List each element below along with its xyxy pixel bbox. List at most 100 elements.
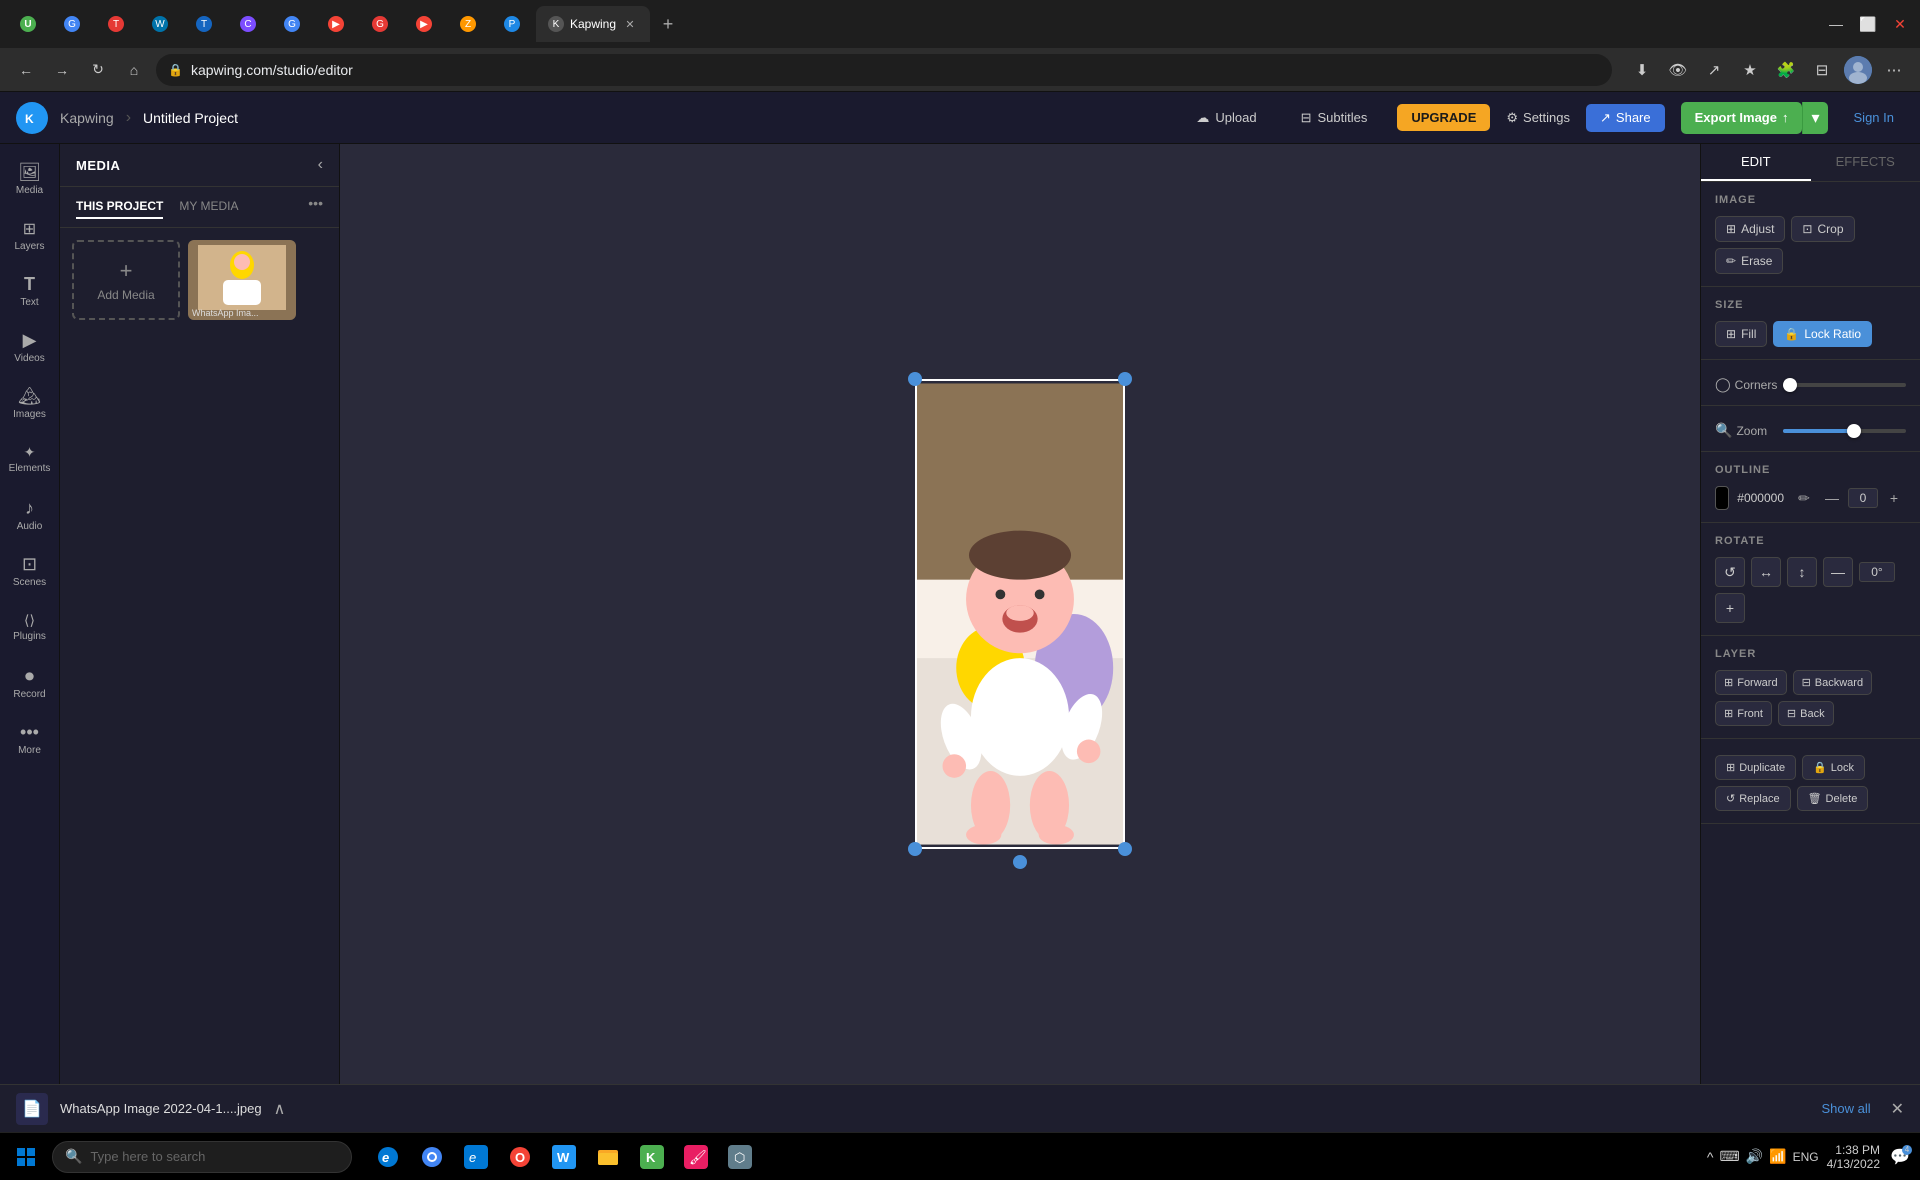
sidebar-item-audio[interactable]: ♪ Audio bbox=[3, 488, 57, 542]
selection-handle-bottom-right[interactable] bbox=[1118, 842, 1132, 856]
taskbar-clock[interactable]: 1:38 PM 4/13/2022 bbox=[1827, 1143, 1880, 1171]
tab-tvtime[interactable]: T bbox=[184, 6, 224, 42]
address-bar[interactable]: 🔒 kapwing.com/studio/editor bbox=[156, 54, 1612, 86]
keyboard-icon[interactable]: ⌨ bbox=[1720, 1148, 1740, 1165]
selection-handle-top-right[interactable] bbox=[1118, 372, 1132, 386]
outline-value-input[interactable] bbox=[1848, 488, 1878, 508]
notification-button[interactable]: 💬 4 bbox=[1888, 1145, 1912, 1169]
tab-git[interactable]: G bbox=[360, 6, 400, 42]
subtitles-button[interactable]: ⊟ Subtitles bbox=[1287, 104, 1382, 132]
sidebar-item-elements[interactable]: ✦ Elements bbox=[3, 432, 57, 486]
reader-mode-btn[interactable]: 👁 bbox=[1664, 56, 1692, 84]
sidebar-item-images[interactable]: 🏔 Images bbox=[3, 376, 57, 430]
media-more-btn[interactable]: ••• bbox=[308, 195, 323, 219]
back-button[interactable]: ⊟ Back bbox=[1778, 701, 1834, 726]
delete-button[interactable]: 🗑 Delete bbox=[1797, 786, 1869, 811]
sidebar-item-videos[interactable]: ▶ Videos bbox=[3, 320, 57, 374]
speaker-icon[interactable]: 🔊 bbox=[1746, 1148, 1763, 1165]
flip-v-btn[interactable]: ↕ bbox=[1787, 557, 1817, 587]
sidebar-item-record[interactable]: ⏺ Record bbox=[3, 656, 57, 710]
outline-plus-btn[interactable]: + bbox=[1882, 486, 1906, 510]
forward-button[interactable]: → bbox=[48, 56, 76, 84]
tab-upwork[interactable]: U bbox=[8, 6, 48, 42]
tab-plag[interactable]: P bbox=[492, 6, 532, 42]
media-thumbnail-1[interactable]: WhatsApp Ima... bbox=[188, 240, 296, 320]
sidebar-item-text[interactable]: T Text bbox=[3, 264, 57, 318]
tab-youtube1[interactable]: ▶ bbox=[316, 6, 356, 42]
selection-handle-bottom-center[interactable] bbox=[1013, 855, 1027, 869]
show-all-button[interactable]: Show all bbox=[1821, 1101, 1870, 1116]
taskbar-app-ie[interactable]: e bbox=[368, 1137, 408, 1177]
upgrade-button[interactable]: UPGRADE bbox=[1397, 104, 1490, 131]
tab-google1[interactable]: G bbox=[52, 6, 92, 42]
lock-ratio-button[interactable]: 🔒 Lock Ratio bbox=[1773, 321, 1872, 347]
tab-this-project[interactable]: THIS PROJECT bbox=[76, 195, 163, 219]
brand-name[interactable]: Kapwing bbox=[60, 110, 114, 126]
outline-color-swatch[interactable] bbox=[1715, 486, 1729, 510]
tab-wordpress[interactable]: W bbox=[140, 6, 180, 42]
tab-canva[interactable]: C bbox=[228, 6, 268, 42]
taskbar-app-opera[interactable]: O bbox=[500, 1137, 540, 1177]
adjust-button[interactable]: ⊞ Adjust bbox=[1715, 216, 1785, 242]
rotate-plus-btn[interactable]: + bbox=[1715, 593, 1745, 623]
back-button[interactable]: ← bbox=[12, 56, 40, 84]
sign-in-button[interactable]: Sign In bbox=[1844, 104, 1904, 131]
tab-kapwing[interactable]: K Kapwing ✕ bbox=[536, 6, 650, 42]
flip-h-btn[interactable]: ↔ bbox=[1751, 557, 1781, 587]
taskbar-app-word[interactable]: W bbox=[544, 1137, 584, 1177]
erase-button[interactable]: ✏ Erase bbox=[1715, 248, 1783, 274]
settings-button[interactable]: ⚙ Settings bbox=[1506, 110, 1570, 126]
fill-button[interactable]: ⊞ Fill bbox=[1715, 321, 1767, 347]
forward-button[interactable]: ⊞ Forward bbox=[1715, 670, 1787, 695]
share-button[interactable]: ↗ Share bbox=[1586, 104, 1665, 132]
export-button[interactable]: Export Image ↑ bbox=[1681, 102, 1803, 134]
sidebar-item-more[interactable]: ••• More bbox=[3, 712, 57, 766]
taskbar-app-files[interactable] bbox=[588, 1137, 628, 1177]
split-view-btn[interactable]: ⊟ bbox=[1808, 56, 1836, 84]
tab-edit[interactable]: EDIT bbox=[1701, 144, 1811, 181]
up-arrow-icon[interactable]: ^ bbox=[1707, 1149, 1714, 1165]
rotate-angle-input[interactable] bbox=[1859, 562, 1895, 582]
menu-btn[interactable]: ⋯ bbox=[1880, 56, 1908, 84]
reload-button[interactable]: ↻ bbox=[84, 56, 112, 84]
upload-button[interactable]: ☁ Upload bbox=[1182, 104, 1270, 132]
selection-handle-top-left[interactable] bbox=[908, 372, 922, 386]
extensions-btn[interactable]: 🧩 bbox=[1772, 56, 1800, 84]
sidebar-item-media[interactable]: 🖼 Media bbox=[3, 152, 57, 206]
download-expand-btn[interactable]: ∧ bbox=[274, 1099, 286, 1119]
add-media-button[interactable]: + Add Media bbox=[72, 240, 180, 320]
duplicate-button[interactable]: ⊞ Duplicate bbox=[1715, 755, 1796, 780]
taskbar-app-kapwing2[interactable]: K bbox=[632, 1137, 672, 1177]
export-dropdown-btn[interactable]: ▾ bbox=[1802, 102, 1827, 134]
tab-google2[interactable]: G bbox=[272, 6, 312, 42]
sidebar-item-layers[interactable]: ⊞ Layers bbox=[3, 208, 57, 262]
download-action-btn[interactable]: ⬇ bbox=[1628, 56, 1656, 84]
front-button[interactable]: ⊞ Front bbox=[1715, 701, 1772, 726]
taskbar-search-box[interactable]: 🔍 Type here to search bbox=[52, 1141, 352, 1173]
taskbar-app-edge[interactable]: e bbox=[456, 1137, 496, 1177]
project-name[interactable]: Untitled Project bbox=[143, 110, 238, 126]
corners-slider-thumb[interactable] bbox=[1783, 378, 1797, 392]
zoom-slider-track[interactable] bbox=[1783, 429, 1906, 433]
share-action-btn[interactable]: ↗ bbox=[1700, 56, 1728, 84]
rotate-minus-btn[interactable]: — bbox=[1823, 557, 1853, 587]
tab-close-btn[interactable]: ✕ bbox=[622, 16, 638, 32]
replace-button[interactable]: ↺ Replace bbox=[1715, 786, 1791, 811]
outline-pencil-btn[interactable]: ✏ bbox=[1792, 486, 1816, 510]
home-button[interactable]: ⌂ bbox=[120, 56, 148, 84]
collapse-media-panel-btn[interactable]: ‹ bbox=[318, 156, 323, 174]
taskbar-app-chrome[interactable] bbox=[412, 1137, 452, 1177]
zoom-slider-thumb[interactable] bbox=[1847, 424, 1861, 438]
rotate-ccw-btn[interactable]: ↺ bbox=[1715, 557, 1745, 587]
outline-minus-btn[interactable]: — bbox=[1820, 486, 1844, 510]
tab-typewise[interactable]: T bbox=[96, 6, 136, 42]
favorites-btn[interactable]: ★ bbox=[1736, 56, 1764, 84]
lock-button[interactable]: 🔒 Lock bbox=[1802, 755, 1865, 780]
taskbar-app-paint[interactable]: 🖌 bbox=[676, 1137, 716, 1177]
download-close-btn[interactable]: ✕ bbox=[1891, 1099, 1904, 1119]
tab-my-media[interactable]: MY MEDIA bbox=[179, 195, 238, 219]
kapwing-logo[interactable]: K bbox=[16, 102, 48, 134]
new-tab-button[interactable]: + bbox=[654, 10, 682, 38]
tab-youtube2[interactable]: ▶ bbox=[404, 6, 444, 42]
tab-effects[interactable]: EFFECTS bbox=[1811, 144, 1920, 181]
